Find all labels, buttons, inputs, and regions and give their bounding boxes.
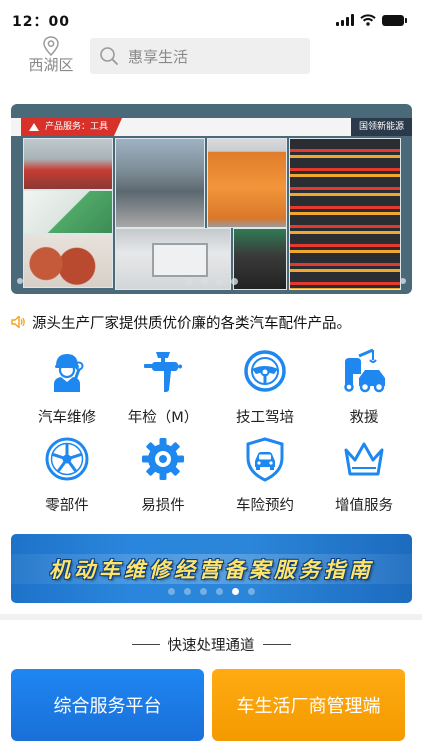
speaker-icon [11, 315, 25, 329]
product-banner[interactable]: 产品服务：工具 国领新能源 [11, 104, 412, 294]
location-pin-icon [43, 36, 59, 56]
search-placeholder: 惠享生活 [128, 47, 189, 66]
location-label: 西湖区 [28, 56, 74, 74]
service-label: 增值服务 [335, 498, 393, 514]
service-label: 易损件 [141, 498, 185, 514]
banner-pagination [11, 278, 412, 285]
status-time: 12：00 [12, 14, 70, 30]
service-wear-parts[interactable]: 易损件 [113, 436, 213, 515]
battery-icon [382, 14, 407, 26]
service-value-added[interactable]: 增值服务 [314, 436, 414, 515]
spray-gun-icon [144, 352, 182, 392]
section-divider [0, 614, 422, 620]
service-insurance-booking[interactable]: 车险预约 [215, 436, 315, 515]
wheel-rim-icon [45, 437, 89, 481]
mechanic-icon [54, 354, 84, 392]
wifi-icon [360, 14, 376, 26]
service-label: 汽车维修 [38, 410, 96, 426]
notice-bar[interactable]: 源头生产厂家提供质优价廉的各类汽车配件产品。 [10, 312, 414, 332]
service-annual-inspection[interactable]: 年检（M） [113, 348, 213, 427]
location-selector[interactable]: 西湖区 [24, 36, 78, 75]
quick-access-title-text: 快速处理通道 [167, 638, 255, 654]
search-icon [100, 47, 118, 65]
status-bar: 12：00 [0, 0, 422, 40]
service-label: 技工驾培 [236, 410, 294, 426]
promo-banner-pagination [11, 588, 412, 595]
service-platform-button[interactable]: 综合服务平台 [11, 669, 204, 741]
gear-icon [142, 438, 184, 480]
title-line-right [262, 644, 291, 645]
promo-banner[interactable]: 机动车维修经营备案服务指南 [11, 534, 412, 603]
banner-photo-device [23, 190, 113, 234]
title-line-left [131, 644, 160, 645]
banner-photo-machine [115, 138, 205, 228]
banner-tag: 产品服务：工具 [21, 118, 123, 136]
header: 西湖区 惠享生活 [0, 36, 422, 80]
crown-icon [344, 442, 384, 476]
search-input[interactable]: 惠享生活 [90, 38, 310, 74]
merchant-admin-button[interactable]: 车生活厂商管理端 [212, 669, 405, 741]
banner-photo-workshop [23, 138, 113, 190]
service-label: 车险预约 [236, 498, 294, 514]
service-label: 年检（M） [127, 410, 199, 426]
service-label: 零部件 [45, 498, 89, 514]
service-auto-repair[interactable]: 汽车维修 [17, 348, 117, 427]
notice-text: 源头生产厂家提供质优价廉的各类汽车配件产品。 [32, 315, 351, 332]
promo-banner-text: 机动车维修经营备案服务指南 [49, 558, 374, 582]
signal-icon [336, 14, 354, 26]
service-driving-training[interactable]: 技工驾培 [215, 348, 315, 427]
car-shield-icon [246, 437, 284, 482]
service-label: 救援 [349, 410, 379, 426]
status-icons [336, 14, 407, 26]
banner-brand: 国领新能源 [350, 118, 412, 136]
banner-photo-tool-set [289, 138, 401, 290]
tow-truck-icon [344, 348, 385, 393]
service-rescue[interactable]: 救援 [314, 348, 414, 427]
banner-photo-paint-booth [207, 138, 287, 228]
service-parts[interactable]: 零部件 [17, 436, 117, 515]
quick-access-title: 快速处理通道 [0, 634, 422, 655]
steering-wheel-icon [244, 350, 286, 392]
